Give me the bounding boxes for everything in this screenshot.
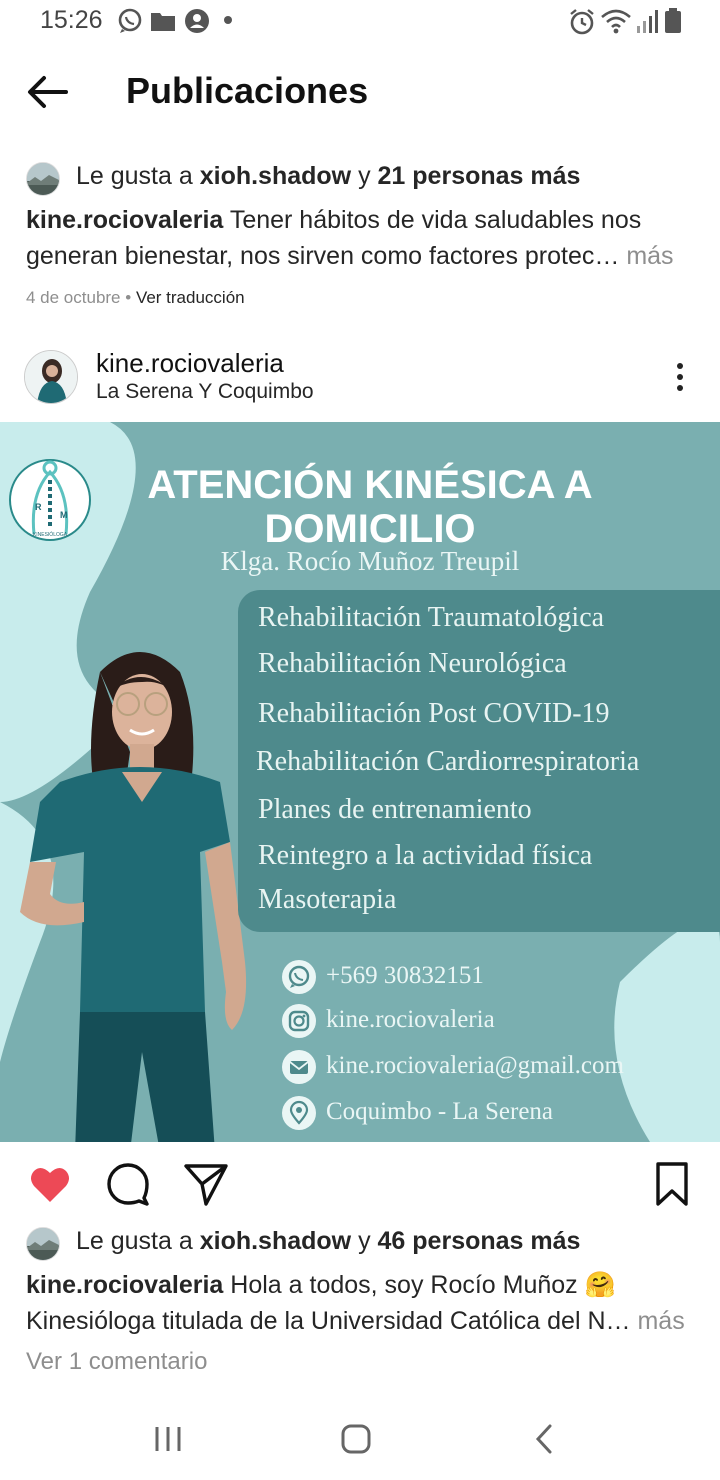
- share-icon[interactable]: [182, 1160, 230, 1208]
- folder-icon: [151, 13, 175, 31]
- caption: kine.rociovaleria Hola a todos, soy Rocí…: [26, 1267, 698, 1339]
- caption-username[interactable]: kine.rociovaleria: [26, 1271, 223, 1299]
- recents-icon[interactable]: [138, 1414, 198, 1464]
- likes-row-previous[interactable]: Le gusta a xioh.shadow y 21 personas más: [26, 158, 706, 198]
- likes-row[interactable]: Le gusta a xioh.shadow y 46 personas más: [26, 1223, 706, 1263]
- location-pin-icon: [282, 1096, 316, 1130]
- page-title: Publicaciones: [126, 70, 369, 111]
- whatsapp-icon: [118, 8, 142, 33]
- back-button[interactable]: [22, 70, 74, 114]
- post-location[interactable]: La Serena Y Coquimbo: [96, 380, 314, 404]
- avatar: [26, 162, 60, 196]
- ad-title-line1: ATENCIÓN KINÉSICA A: [147, 463, 593, 507]
- view-comments-link[interactable]: Ver 1 comentario: [26, 1348, 207, 1376]
- post-username[interactable]: kine.rociovaleria: [96, 348, 284, 379]
- more-options-button[interactable]: [668, 360, 692, 396]
- svg-text:R: R: [35, 502, 42, 512]
- caption-text: Hola a todos, soy Rocío Muñoz 🤗: [230, 1271, 616, 1299]
- wifi-icon: [601, 9, 631, 34]
- likes-prefix: Le gusta a: [76, 1227, 193, 1255]
- svg-text:M: M: [60, 510, 68, 520]
- status-time: 15:26: [40, 6, 103, 34]
- service-item: Rehabilitación Post COVID-19: [258, 698, 610, 729]
- services-box: Rehabilitación Traumatológica Rehabilita…: [238, 590, 720, 932]
- post-actions: [0, 1150, 720, 1220]
- whatsapp-icon: [282, 960, 316, 994]
- contact-text: +569 30832151: [326, 962, 484, 989]
- alarm-icon: [570, 9, 594, 35]
- translate-link[interactable]: Ver traducción: [136, 288, 245, 307]
- likes-text: Le gusta a xioh.shadow y 46 personas más: [76, 1227, 580, 1256]
- more-link[interactable]: más: [637, 1307, 684, 1335]
- svg-text:KINESIÓLOGA: KINESIÓLOGA: [33, 531, 68, 538]
- spine-logo-icon: R M KINESIÓLOGA: [9, 459, 91, 541]
- post-image[interactable]: R M KINESIÓLOGA ATENCIÓN KINÉSICA A DOMI…: [0, 422, 720, 1142]
- service-item: Rehabilitación Neurológica: [258, 648, 567, 679]
- post-date: 4 de octubre: [26, 288, 121, 307]
- meta-separator: •: [125, 288, 132, 307]
- service-item: Masoterapia: [258, 884, 397, 915]
- service-item: Reintegro a la actividad física: [258, 840, 593, 871]
- status-bar: 15:26: [0, 0, 720, 42]
- service-item: Planes de entrenamiento: [258, 794, 532, 825]
- liker-username[interactable]: xioh.shadow: [200, 1227, 351, 1255]
- battery-icon: [665, 8, 681, 33]
- likes-prefix: Le gusta a: [76, 162, 193, 190]
- header: Publicaciones: [0, 50, 720, 134]
- caption-previous: kine.rociovaleria Tener hábitos de vida …: [26, 202, 698, 276]
- contact-text: kine.rociovaleria: [326, 1006, 495, 1033]
- account-icon: [185, 9, 209, 33]
- notification-dot: [224, 16, 232, 24]
- likes-text: Le gusta a xioh.shadow y 21 personas más: [76, 162, 580, 191]
- avatar[interactable]: [24, 350, 78, 404]
- contact-instagram: kine.rociovaleria: [282, 1004, 702, 1040]
- contact-text: Coquimbo - La Serena: [326, 1098, 554, 1125]
- more-link[interactable]: más: [626, 242, 673, 270]
- arrow-left-icon: [28, 76, 68, 108]
- instagram-icon: [282, 1004, 316, 1038]
- caption-line2: Kinesióloga titulada de la Universidad C…: [26, 1303, 698, 1339]
- caption-line1: kine.rociovaleria Hola a todos, soy Rocí…: [26, 1267, 698, 1303]
- contact-email: kine.rociovaleria@gmail.com: [282, 1050, 702, 1086]
- likes-joiner: y: [358, 162, 371, 190]
- bookmark-icon[interactable]: [648, 1160, 696, 1208]
- likes-count[interactable]: 46 personas más: [378, 1227, 581, 1255]
- caption-username[interactable]: kine.rociovaleria: [26, 206, 223, 234]
- liker-username[interactable]: xioh.shadow: [200, 162, 351, 190]
- back-icon[interactable]: [514, 1414, 574, 1464]
- mail-icon: [282, 1050, 316, 1084]
- contact-phone: +569 30832151: [282, 960, 702, 996]
- heart-icon[interactable]: [26, 1160, 74, 1208]
- post-meta: 4 de octubre • Ver traducción: [26, 288, 245, 308]
- service-item: Rehabilitación Cardiorrespiratoria: [256, 746, 640, 777]
- ad-subtitle: Klga. Rocío Muñoz Treupil: [220, 546, 520, 576]
- service-item: Rehabilitación Traumatológica: [258, 602, 605, 633]
- caption-text: Kinesióloga titulada de la Universidad C…: [26, 1307, 631, 1335]
- post-header: kine.rociovaleria La Serena Y Coquimbo: [0, 340, 720, 420]
- signal-icon: [637, 10, 658, 33]
- comment-icon[interactable]: [104, 1160, 152, 1208]
- contact-location: Coquimbo - La Serena: [282, 1096, 702, 1132]
- likes-count[interactable]: 21 personas más: [378, 162, 581, 190]
- brand-logo: R M KINESIÓLOGA: [8, 454, 92, 546]
- likes-joiner: y: [358, 1227, 371, 1255]
- avatar: [26, 1227, 60, 1261]
- system-nav-bar: [0, 1394, 720, 1480]
- contact-text: kine.rociovaleria@gmail.com: [326, 1052, 624, 1079]
- home-icon[interactable]: [326, 1414, 386, 1464]
